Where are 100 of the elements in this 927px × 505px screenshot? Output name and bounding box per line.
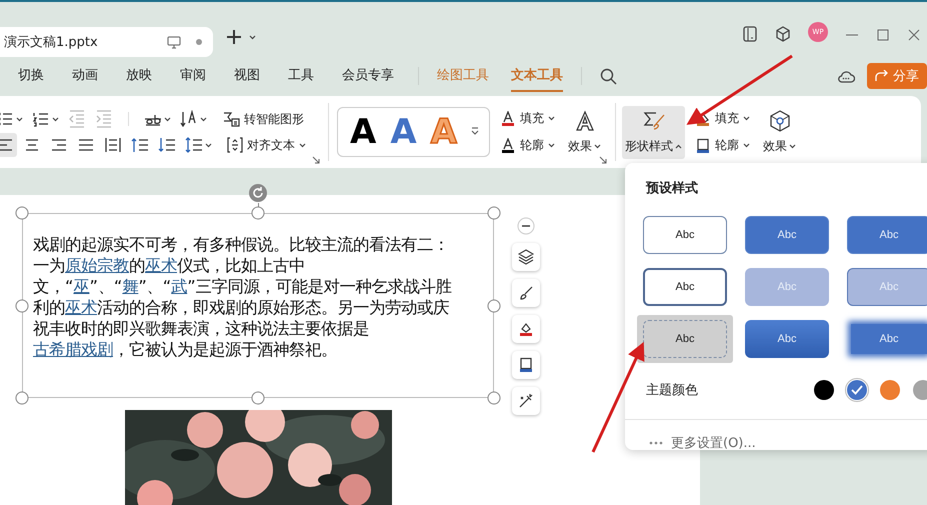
style-swatch: Abc <box>851 324 927 354</box>
style-swatch: Abc <box>847 216 927 254</box>
text-effect-button[interactable]: 效果 <box>565 106 604 158</box>
outline-button[interactable] <box>512 351 540 379</box>
style-preset[interactable]: Abc <box>739 315 835 363</box>
menu-tab[interactable]: 动画 <box>72 60 98 92</box>
menu-tab[interactable]: 工具 <box>288 60 314 92</box>
resize-handle[interactable] <box>488 392 500 404</box>
search-icon[interactable] <box>600 68 617 84</box>
resize-handle[interactable] <box>488 299 500 312</box>
paragraph: 戏剧的起源实不可考，有多种假说。比较主流的看法有二：一为原始宗教的巫术仪式，比如上古中文，“巫”、“舞”、“武”三字同源，可能是对一种乞求战斗胜利的巫术活动的合称，即戏剧的原始形态。另一为劳动或庆祝丰收时的即兴歌舞表演，这种说法主要依据是 古希腊戏剧，它被认为是起源于酒神祭祀。 <box>33 234 453 360</box>
style-swatch: Abc <box>643 216 727 254</box>
style-preset[interactable]: Abc <box>637 315 733 363</box>
convert-smartart-button[interactable]: 转智能图形 <box>222 110 304 128</box>
shape-style-button[interactable]: 形状样式 <box>622 106 685 158</box>
resize-handle[interactable] <box>252 392 264 404</box>
menu-tab[interactable]: 审阅 <box>180 60 206 92</box>
caret-icon[interactable] <box>299 142 306 148</box>
text-fill-icon <box>500 110 516 126</box>
menu-tab[interactable]: 放映 <box>126 60 152 92</box>
menu-tab[interactable]: 视图 <box>234 60 260 92</box>
bullet-list-icon[interactable] <box>0 110 14 128</box>
new-tab-icon[interactable] <box>225 28 243 46</box>
style-preset[interactable]: Abc <box>841 211 927 259</box>
link[interactable]: 巫术 <box>65 298 97 317</box>
style-preset[interactable]: Abc <box>637 263 733 311</box>
paragraph-spacing-icon[interactable] <box>158 136 176 154</box>
maximize-icon[interactable] <box>876 28 890 42</box>
caret-icon[interactable] <box>548 143 555 148</box>
caret-icon[interactable] <box>200 116 207 122</box>
wordart-gallery[interactable]: A A A <box>337 107 490 157</box>
caret-icon[interactable] <box>52 116 59 122</box>
cube-icon[interactable] <box>775 26 791 42</box>
caret-icon[interactable] <box>205 142 212 148</box>
document-tab[interactable]: 演示文稿1.pptx <box>0 27 213 57</box>
caret-icon[interactable] <box>594 144 601 148</box>
cloud-icon[interactable] <box>837 69 855 83</box>
caret-up-icon[interactable] <box>675 144 682 148</box>
shape-style-icon <box>642 110 666 132</box>
resize-handle[interactable] <box>16 392 28 404</box>
caret-icon[interactable] <box>16 116 23 122</box>
link[interactable]: 武 <box>171 277 188 296</box>
share-icon <box>875 70 889 82</box>
fill-button[interactable] <box>512 315 540 343</box>
monitor-icon[interactable] <box>167 36 181 48</box>
cube-icon <box>768 110 790 132</box>
text-fill-button[interactable]: 填充 <box>500 110 555 127</box>
link[interactable]: 巫术 <box>145 256 177 275</box>
dropdown-icon[interactable] <box>470 127 479 137</box>
dialog-launcher-icon[interactable] <box>312 156 320 164</box>
shape-outline-icon <box>695 138 711 154</box>
line-spacing-icon[interactable] <box>185 136 203 154</box>
dialog-launcher-icon[interactable] <box>599 156 607 164</box>
text-effect-icon <box>574 110 596 132</box>
caret-icon[interactable] <box>164 116 171 122</box>
style-preset[interactable]: Abc <box>637 211 733 259</box>
resize-handle[interactable] <box>16 299 28 312</box>
numbered-list-icon[interactable] <box>32 110 50 128</box>
caret-icon[interactable] <box>249 35 256 40</box>
fill-bucket-icon <box>518 321 534 337</box>
rotate-handle[interactable] <box>248 183 268 203</box>
link[interactable]: 舞 <box>122 277 138 296</box>
style-preset[interactable]: Abc <box>739 211 835 259</box>
theme-colors-label: 主题颜色 <box>646 382 699 399</box>
text-box[interactable]: 戏剧的起源实不可考，有多种假说。比较主流的看法有二：一为原始宗教的巫术仪式，比如上古中文，“巫”、“舞”、“武”三字同源，可能是对一种乞求战斗胜利的巫术活动的合称，即戏剧的原始形态。另一为劳动或庆祝丰收时的即兴歌舞表演，这种说法主要依据是 古希腊戏剧，它被认为是起源于酒神祭祀。 <box>22 213 494 398</box>
dot-icon <box>195 38 203 46</box>
caret-icon[interactable] <box>743 143 750 148</box>
tablet-icon[interactable] <box>742 26 758 42</box>
caret-icon[interactable] <box>789 144 796 148</box>
menu-tab[interactable]: 会员专享 <box>342 60 394 92</box>
style-preset[interactable]: Abc <box>841 315 927 363</box>
resize-handle[interactable] <box>488 206 500 220</box>
resize-handle[interactable] <box>252 206 264 220</box>
caret-icon[interactable] <box>743 116 750 121</box>
resize-handle[interactable] <box>16 206 28 220</box>
link[interactable]: 古希腊戏剧 <box>33 340 113 359</box>
more-settings-item[interactable]: 更多设置(O)... <box>625 419 927 450</box>
link[interactable]: 原始宗教 <box>65 256 129 275</box>
style-swatch: Abc <box>643 320 727 358</box>
align-left-icon[interactable] <box>0 133 17 157</box>
link[interactable]: 巫 <box>73 277 90 296</box>
shape-outline-button[interactable]: 轮廓 <box>695 137 750 154</box>
shape-fill-button[interactable]: 填充 <box>695 110 750 127</box>
wordart-sample[interactable]: A <box>350 115 376 149</box>
close-icon[interactable] <box>907 28 921 42</box>
brush-button[interactable] <box>512 279 540 307</box>
magic-wand-button[interactable] <box>512 387 540 415</box>
text-outline-icon <box>500 138 516 154</box>
wordart-sample[interactable]: A <box>390 115 417 149</box>
paragraph-spacing-icon[interactable] <box>131 136 149 154</box>
caret-icon[interactable] <box>548 116 555 121</box>
layers-button[interactable] <box>512 243 540 271</box>
align-text-button[interactable]: 对齐文本 <box>227 136 306 154</box>
collapse-icon[interactable] <box>517 217 535 235</box>
text-outline-button[interactable]: 轮廓 <box>500 137 555 154</box>
shape-effect-button[interactable]: 效果 <box>760 106 799 158</box>
text-direction-icon[interactable] <box>180 110 198 128</box>
menu-tab[interactable]: 切换 <box>18 60 44 92</box>
style-swatch: Abc <box>745 320 829 358</box>
distribute-icon[interactable] <box>104 136 122 154</box>
